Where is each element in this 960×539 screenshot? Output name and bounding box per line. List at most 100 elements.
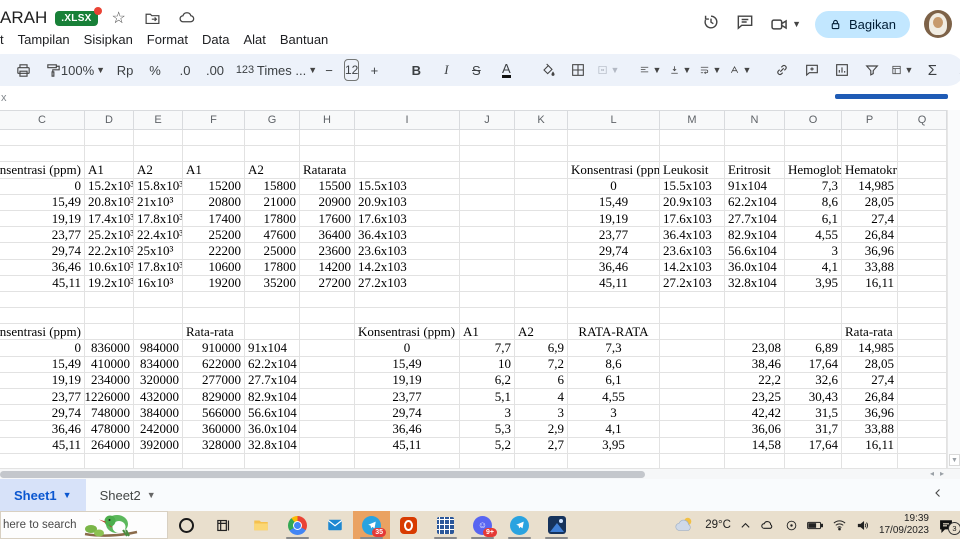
- cell[interactable]: A1: [183, 162, 245, 179]
- cell[interactable]: [355, 162, 460, 179]
- cell[interactable]: 36.4x103: [355, 227, 460, 244]
- cell[interactable]: [660, 130, 725, 147]
- strikethrough-button[interactable]: S: [461, 58, 491, 82]
- decrease-font-button[interactable]: −: [314, 58, 344, 82]
- cell[interactable]: [898, 259, 947, 276]
- cell[interactable]: 2,9: [515, 421, 568, 438]
- cell[interactable]: 10.6x10³: [85, 259, 134, 276]
- cell[interactable]: 27,4: [842, 210, 898, 228]
- share-button[interactable]: Bagikan: [815, 10, 910, 38]
- column-header-O[interactable]: O: [785, 111, 842, 129]
- cell[interactable]: 25000: [245, 243, 300, 260]
- cell[interactable]: 31,5: [785, 405, 842, 422]
- cell[interactable]: 27200: [300, 275, 355, 292]
- cell[interactable]: Konsentrasi (ppm): [0, 324, 85, 341]
- discord-icon[interactable]: ☺ 9+: [464, 511, 501, 539]
- cell[interactable]: Ratarata: [300, 162, 355, 179]
- cell[interactable]: [355, 130, 460, 147]
- cell[interactable]: [460, 194, 515, 211]
- cell[interactable]: 62.2x104: [245, 356, 300, 373]
- grid-body[interactable]: Konsentrasi (ppm)A1A2A1A2RatarataKonsent…: [0, 130, 947, 468]
- text-rotation-icon[interactable]: ▼: [725, 58, 755, 82]
- vertical-scrollbar[interactable]: ▼: [947, 110, 960, 468]
- cell[interactable]: 23,77: [0, 389, 85, 406]
- column-header-L[interactable]: L: [568, 111, 660, 129]
- avatar[interactable]: [924, 10, 952, 38]
- cell[interactable]: Leukosit: [660, 162, 725, 179]
- cell[interactable]: 32.8x104: [725, 275, 785, 292]
- cell[interactable]: 566000: [183, 405, 245, 422]
- cell[interactable]: [898, 291, 947, 309]
- cell[interactable]: 31,7: [785, 421, 842, 438]
- column-header-N[interactable]: N: [725, 111, 785, 129]
- cell[interactable]: 23,77: [355, 389, 460, 406]
- cell[interactable]: [300, 146, 355, 163]
- cell[interactable]: 15.8x10³: [134, 178, 183, 195]
- cell[interactable]: Hematokrit: [842, 162, 898, 179]
- cell[interactable]: [183, 291, 245, 309]
- cell[interactable]: 27.2x103: [660, 275, 725, 292]
- cell[interactable]: [842, 308, 898, 325]
- cell[interactable]: 3,95: [785, 275, 842, 292]
- cell[interactable]: 36,46: [568, 259, 660, 276]
- cell[interactable]: [785, 324, 842, 341]
- cell[interactable]: 47600: [245, 227, 300, 244]
- cell[interactable]: [515, 291, 568, 309]
- cell[interactable]: 4,55: [785, 227, 842, 244]
- cell[interactable]: [660, 308, 725, 325]
- tray-app-icon[interactable]: [785, 519, 798, 532]
- cell[interactable]: Konsentrasi (ppm): [355, 324, 460, 341]
- cell[interactable]: 27,4: [842, 372, 898, 389]
- cell[interactable]: [0, 130, 85, 147]
- cell[interactable]: [300, 324, 355, 341]
- cell[interactable]: 6,1: [785, 210, 842, 228]
- cell[interactable]: 82.9x104: [245, 389, 300, 406]
- cell[interactable]: 15500: [300, 178, 355, 195]
- horizontal-align-icon[interactable]: ▼: [635, 58, 665, 82]
- cell[interactable]: 23.6x103: [355, 243, 460, 260]
- cell[interactable]: [300, 308, 355, 325]
- cell[interactable]: [898, 372, 947, 389]
- cell[interactable]: 16,11: [842, 437, 898, 454]
- cell[interactable]: 17400: [183, 210, 245, 228]
- cell[interactable]: [785, 130, 842, 147]
- cell[interactable]: [245, 453, 300, 468]
- cell[interactable]: 36400: [300, 227, 355, 244]
- cell[interactable]: 15.5x103: [660, 178, 725, 195]
- version-history-icon[interactable]: [701, 12, 721, 37]
- cell[interactable]: [183, 308, 245, 325]
- onedrive-icon[interactable]: [760, 519, 776, 531]
- cell[interactable]: 3,95: [568, 437, 660, 454]
- weather-temp[interactable]: 29°C: [705, 519, 731, 531]
- cell[interactable]: [842, 291, 898, 309]
- cell[interactable]: [568, 130, 660, 147]
- format-currency-button[interactable]: Rp: [110, 58, 140, 82]
- cell[interactable]: 28,05: [842, 356, 898, 373]
- cell[interactable]: [355, 453, 460, 468]
- cell[interactable]: [725, 130, 785, 147]
- cell[interactable]: [660, 437, 725, 454]
- cell[interactable]: 42,42: [725, 405, 785, 422]
- cell[interactable]: [785, 291, 842, 309]
- cell[interactable]: 15800: [245, 178, 300, 195]
- cell[interactable]: [515, 178, 568, 195]
- column-header-K[interactable]: K: [515, 111, 568, 129]
- cell[interactable]: [898, 130, 947, 147]
- cell[interactable]: 22200: [183, 243, 245, 260]
- cell[interactable]: 4,55: [568, 389, 660, 406]
- cell[interactable]: 3: [785, 243, 842, 260]
- cell[interactable]: 20800: [183, 194, 245, 211]
- cell[interactable]: [898, 453, 947, 468]
- cell[interactable]: [785, 453, 842, 468]
- cell[interactable]: [134, 130, 183, 147]
- cell[interactable]: [660, 421, 725, 438]
- cell[interactable]: [898, 243, 947, 260]
- cell[interactable]: [568, 291, 660, 309]
- cell[interactable]: 19,19: [0, 372, 85, 389]
- cell[interactable]: 27.7x104: [245, 372, 300, 389]
- weather-icon[interactable]: [674, 516, 696, 534]
- cell[interactable]: 32,6: [785, 372, 842, 389]
- cell[interactable]: [898, 162, 947, 179]
- format-percent-button[interactable]: %: [140, 58, 170, 82]
- cell[interactable]: [85, 130, 134, 147]
